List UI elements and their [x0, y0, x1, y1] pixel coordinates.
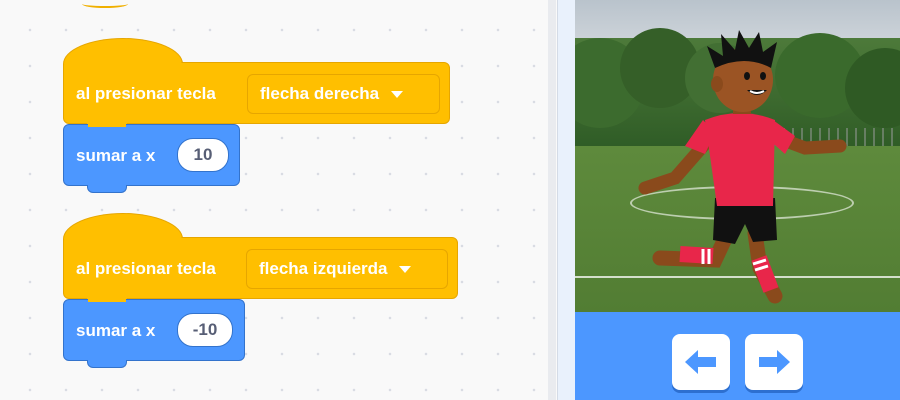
arrow-right-icon	[759, 350, 790, 374]
stage-divider	[557, 0, 575, 400]
code-workspace[interactable]: al presionar tecla flecha derecha sumar …	[0, 0, 557, 400]
stage[interactable]	[575, 0, 900, 312]
arrow-left-icon	[685, 350, 716, 374]
key-dropdown-value: flecha derecha	[260, 84, 380, 103]
soccer-player-sprite[interactable]	[635, 28, 855, 308]
key-dropdown[interactable]: flecha derecha	[247, 74, 440, 114]
notch-cover	[88, 123, 126, 127]
x-amount-input[interactable]: -10	[177, 313, 233, 347]
controls-bar	[575, 312, 900, 400]
event-label: al presionar tecla	[76, 259, 216, 278]
block-stub	[82, 0, 128, 8]
workspace-scrollbar[interactable]	[548, 0, 556, 400]
block-notch	[87, 360, 127, 368]
chevron-down-icon	[391, 90, 404, 98]
right-arrow-button[interactable]	[745, 334, 803, 390]
chevron-down-icon	[399, 265, 412, 273]
notch-cover	[88, 298, 126, 302]
motion-label: sumar a x	[76, 146, 156, 165]
event-label: al presionar tecla	[76, 84, 216, 103]
motion-label: sumar a x	[76, 321, 156, 340]
key-dropdown-value: flecha izquierda	[259, 259, 388, 278]
left-arrow-button[interactable]	[672, 334, 730, 390]
key-dropdown[interactable]: flecha izquierda	[246, 249, 448, 289]
x-amount-input[interactable]: 10	[177, 138, 229, 172]
block-notch	[87, 185, 127, 193]
